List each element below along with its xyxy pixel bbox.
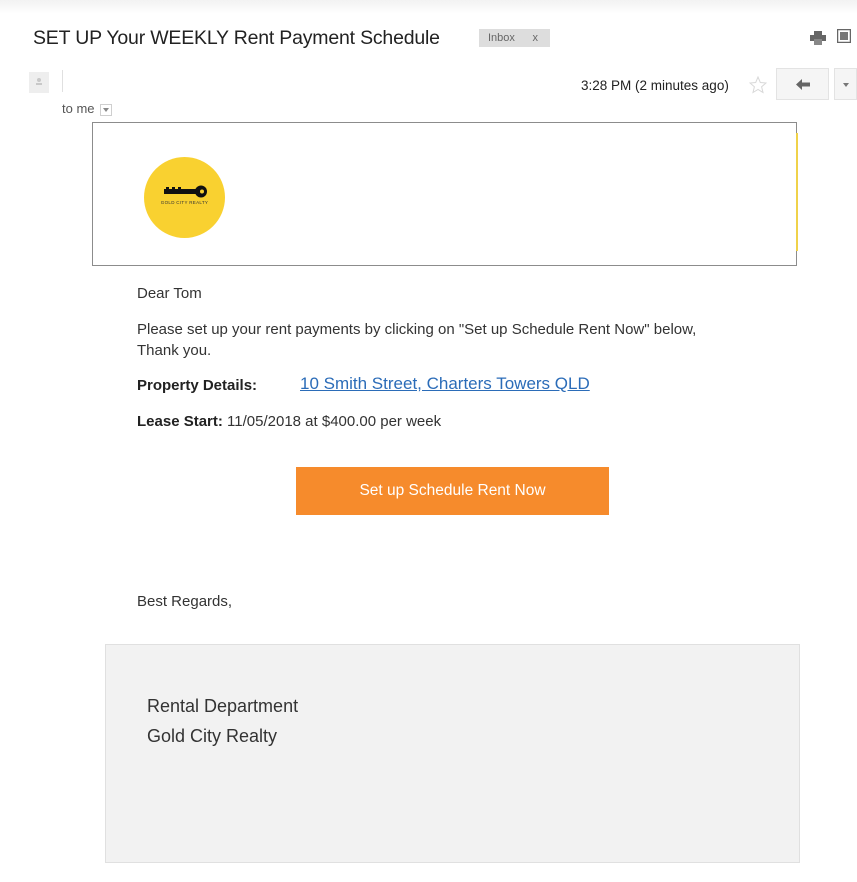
lease-start-line: Lease Start: 11/05/2018 at $400.00 per w… — [137, 413, 441, 430]
reply-button[interactable] — [776, 68, 829, 100]
top-shadow — [0, 0, 857, 14]
inbox-label-text: Inbox — [488, 32, 515, 44]
lease-start-value: 11/05/2018 at $400.00 per week — [227, 413, 442, 430]
property-address-link[interactable]: 10 Smith Street, Charters Towers QLD — [300, 374, 590, 394]
signature-department: Rental Department — [147, 696, 299, 716]
star-icon[interactable] — [749, 76, 767, 94]
recipient-line[interactable]: to me — [62, 101, 113, 116]
person-icon — [29, 72, 49, 93]
banner-accent-line — [796, 133, 798, 251]
signature-box — [105, 644, 800, 863]
recipient-details-dropdown[interactable] — [100, 103, 113, 116]
logo-text: GOLD CITY REALTY — [160, 200, 209, 205]
sender-name-redacted — [62, 70, 63, 92]
signature-company: Gold City Realty — [147, 726, 278, 746]
lease-start-label: Lease Start: — [137, 413, 223, 430]
reply-arrow-icon — [796, 79, 810, 90]
print-icon[interactable] — [810, 31, 826, 45]
email-paragraph: Please set up your rent payments by clic… — [137, 321, 697, 359]
setup-schedule-button[interactable]: Set up Schedule Rent Now — [296, 467, 609, 515]
email-greeting: Dear Tom — [137, 285, 202, 302]
email-timestamp: 3:28 PM (2 minutes ago) — [581, 78, 729, 93]
property-details-label-text: Property Details: — [137, 377, 258, 394]
recipient-text: to me — [62, 101, 95, 116]
company-logo — [144, 157, 225, 238]
remove-label-button[interactable]: x — [533, 29, 539, 47]
closing-text: Best Regards, — [137, 593, 233, 610]
email-subject: SET UP Your WEEKLY Rent Payment Schedule — [33, 27, 440, 49]
property-details-label: Property Details: — [137, 377, 257, 394]
key-icon — [164, 185, 207, 198]
more-actions-button[interactable] — [834, 68, 857, 100]
inbox-label-chip[interactable]: Inbox x — [479, 29, 550, 47]
new-window-icon[interactable] — [837, 29, 851, 43]
